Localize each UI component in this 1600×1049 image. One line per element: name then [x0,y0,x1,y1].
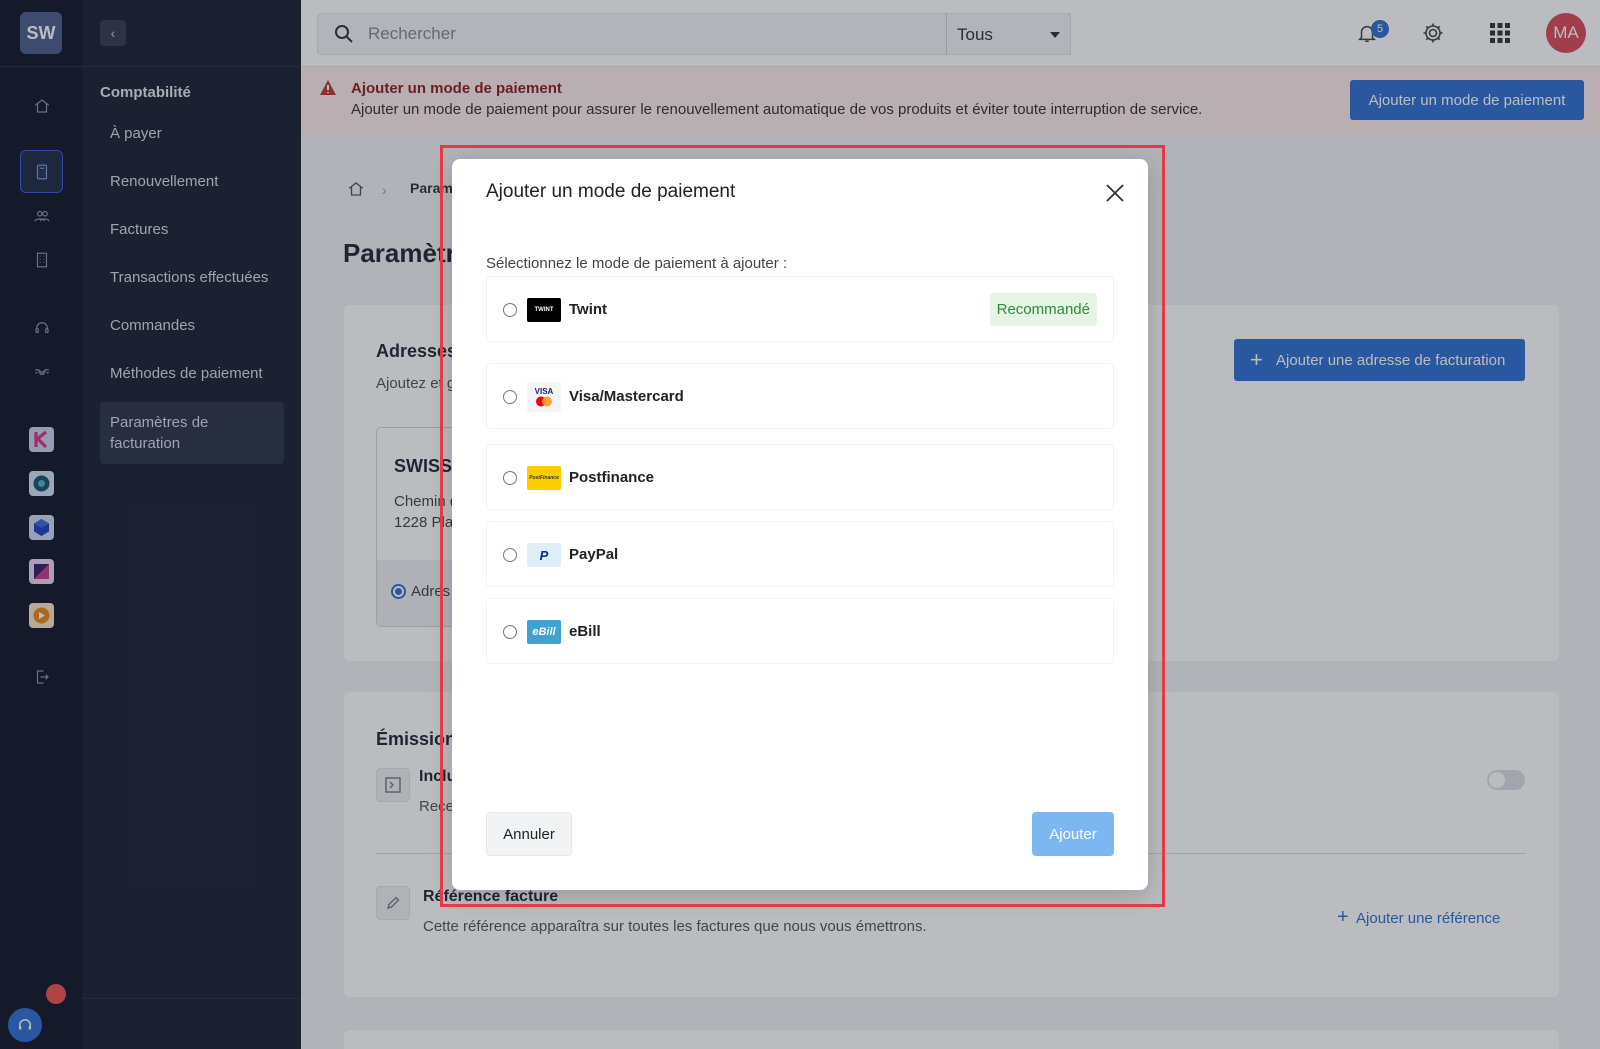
payment-option-ebill[interactable]: eBill eBill [486,598,1114,664]
add-payment-method-dialog: Ajouter un mode de paiement Sélectionnez… [452,159,1148,890]
paypal-logo: P [527,543,561,567]
close-dialog-button[interactable] [1102,181,1128,207]
recommended-badge: Recommandé [989,293,1097,326]
payment-option-paypal[interactable]: P PayPal [486,521,1114,587]
twint-logo: TWINT [527,298,561,322]
dialog-subtitle: Sélectionnez le mode de paiement à ajout… [486,255,788,272]
mastercard-circles [536,396,552,407]
option-label-twint: Twint [569,301,608,318]
payment-option-twint[interactable]: TWINT Twint Recommandé [486,276,1114,342]
add-button[interactable]: Ajouter [1032,812,1114,856]
visa-mastercard-logo: VISA [527,382,561,412]
option-label-postfinance: Postfinance [569,469,655,486]
postfinance-logo: PostFinance [527,466,561,490]
radio-paypal[interactable] [503,548,517,562]
option-label-ebill: eBill [569,623,601,640]
close-icon [1106,183,1124,202]
option-label-visa-mastercard: Visa/Mastercard [569,388,684,405]
payment-option-visa-mastercard[interactable]: VISA Visa/Mastercard [486,363,1114,429]
option-label-paypal: PayPal [569,546,619,563]
ebill-logo: eBill [527,620,561,644]
dialog-title: Ajouter un mode de paiement [486,181,736,202]
radio-visa-mastercard[interactable] [503,390,517,404]
radio-twint[interactable] [503,303,517,317]
radio-postfinance[interactable] [503,471,517,485]
visa-logo-text: VISA [534,387,554,396]
cancel-button[interactable]: Annuler [486,812,572,856]
payment-option-postfinance[interactable]: PostFinance Postfinance [486,444,1114,510]
radio-ebill[interactable] [503,625,517,639]
